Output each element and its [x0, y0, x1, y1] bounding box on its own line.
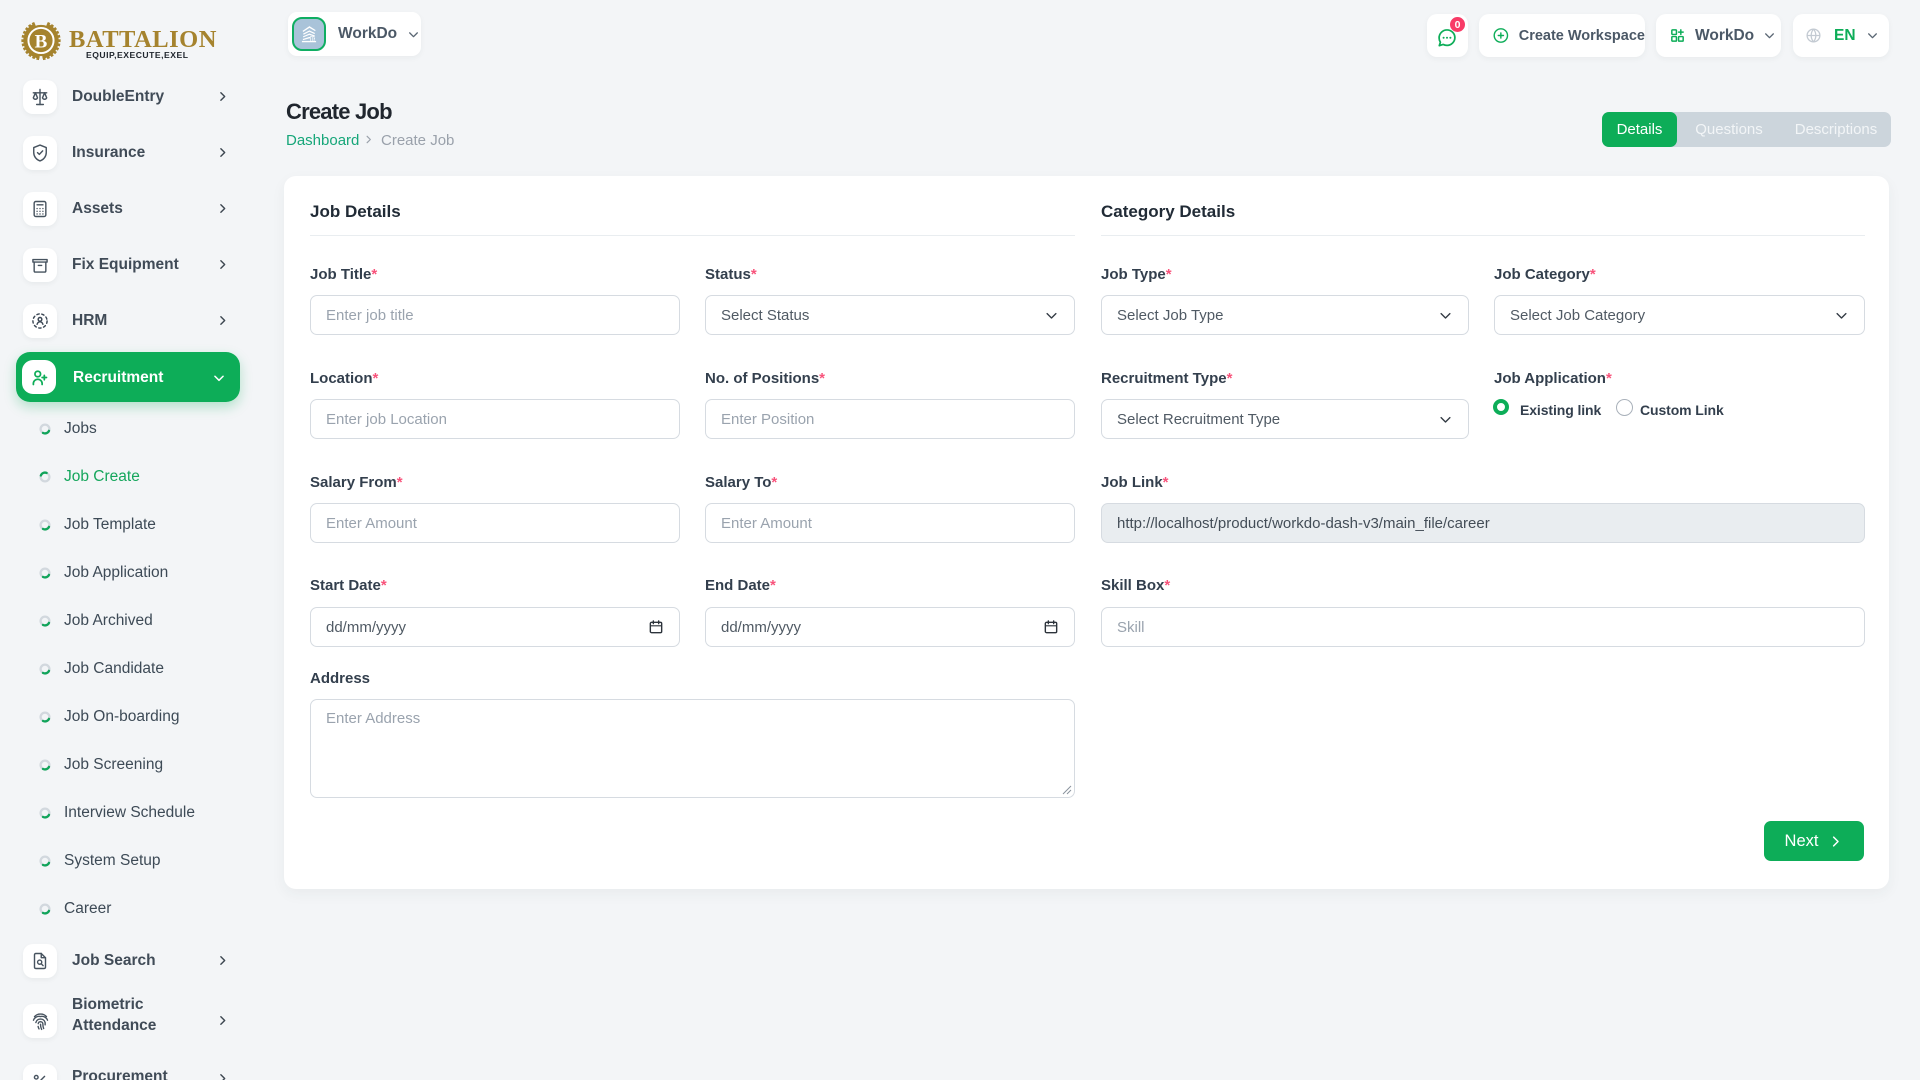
svg-text:B: B — [35, 32, 48, 53]
